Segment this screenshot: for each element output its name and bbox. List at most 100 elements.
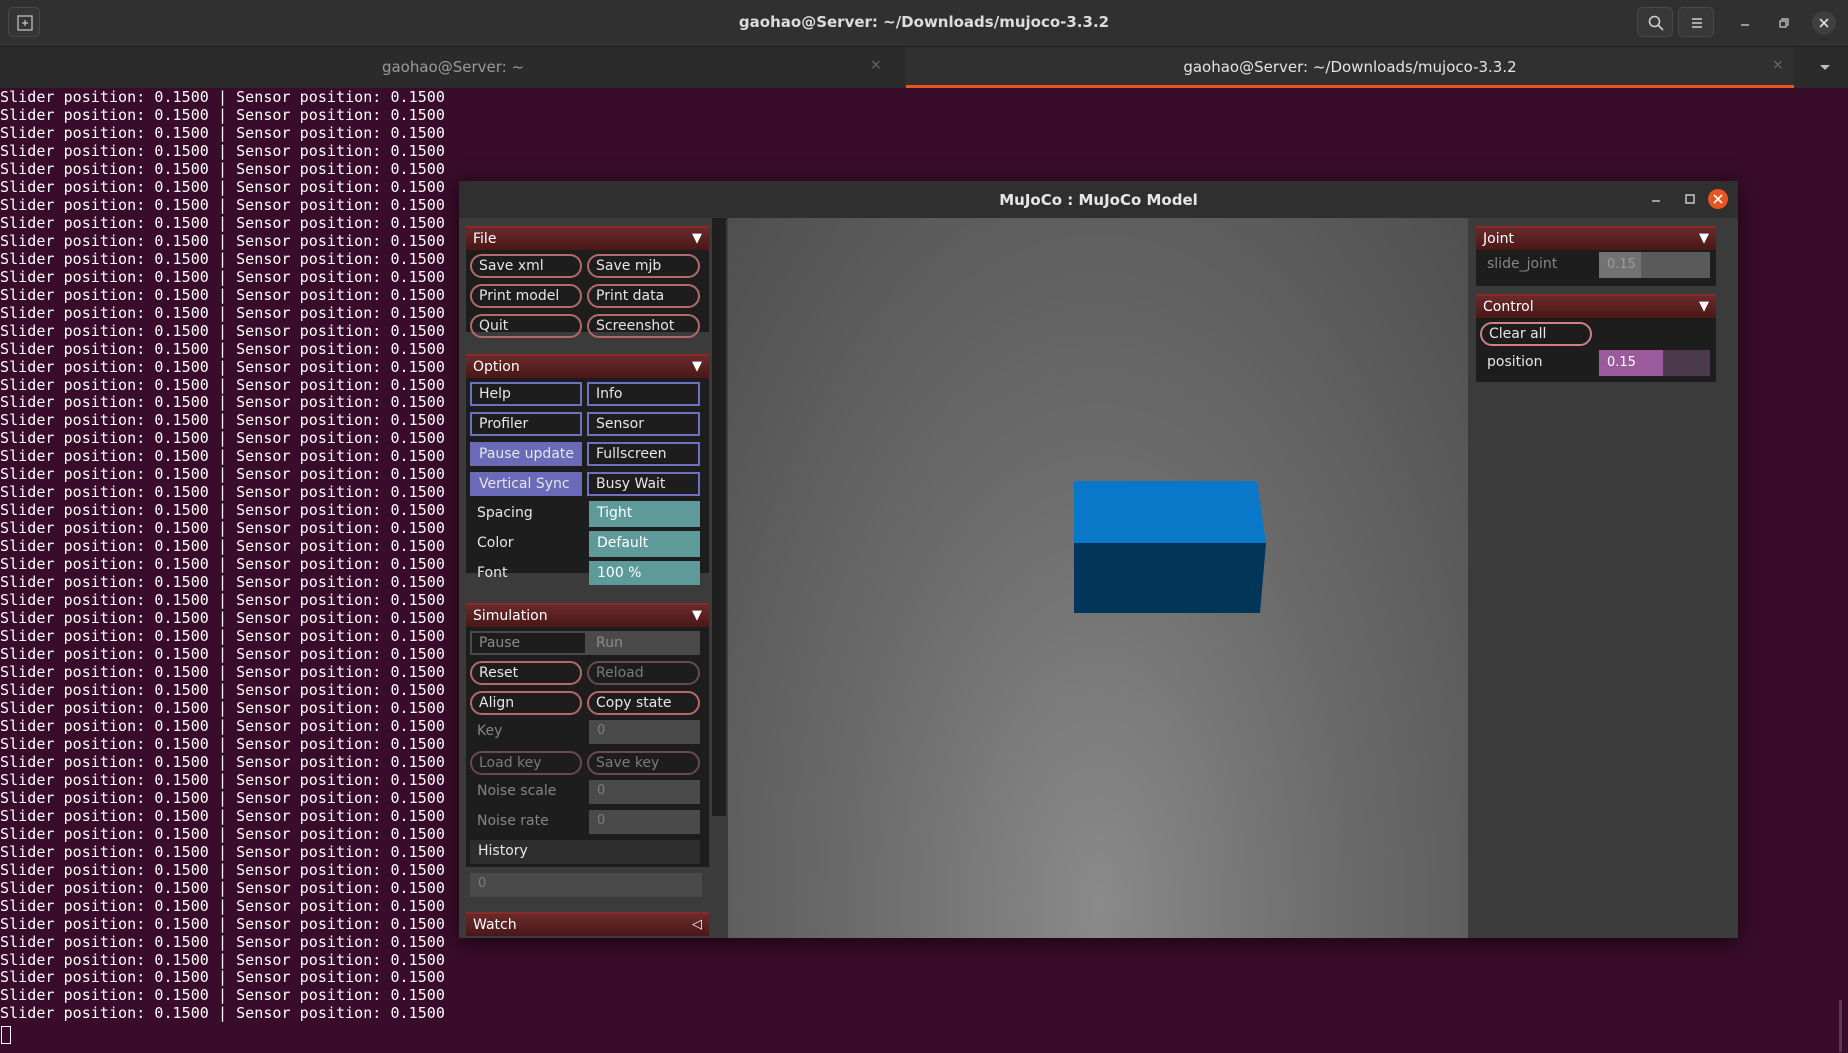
terminal-line: Slider position: 0.1500 | Sensor positio… — [0, 159, 445, 178]
terminal-line: Slider position: 0.1500 | Sensor positio… — [0, 842, 445, 861]
mujoco-titlebar[interactable]: MuJoCo : MuJoCo Model — [459, 181, 1738, 218]
terminal-line: Slider position: 0.1500 | Sensor positio… — [0, 555, 445, 574]
terminal-line: Slider position: 0.1500 | Sensor positio… — [0, 393, 445, 412]
section-title: Option — [473, 359, 520, 375]
terminal-line: Slider position: 0.1500 | Sensor positio… — [0, 177, 445, 196]
terminal-line: Slider position: 0.1500 | Sensor positio… — [0, 231, 445, 250]
terminal-line: Slider position: 0.1500 | Sensor positio… — [0, 878, 445, 897]
maximize-icon[interactable] — [1681, 190, 1699, 208]
hamburger-menu-icon — [1692, 18, 1702, 28]
copy-state-button[interactable]: Copy state — [587, 691, 700, 715]
terminal-line: Slider position: 0.1500 | Sensor positio… — [0, 752, 445, 771]
terminal-line: Slider position: 0.1500 | Sensor positio… — [0, 860, 445, 879]
watch-section-header[interactable]: Watch ◁ — [466, 912, 709, 936]
load-key-button[interactable]: Load key — [470, 751, 582, 775]
joint-section-header[interactable]: Joint ▼ — [1476, 226, 1716, 250]
terminal-line: Slider position: 0.1500 | Sensor positio… — [0, 267, 445, 286]
tab-bar: gaohao@Server: ~ × gaohao@Server: ~/Down… — [0, 47, 1848, 88]
terminal-line: Slider position: 0.1500 | Sensor positio… — [0, 105, 445, 124]
print-data-button[interactable]: Print data — [587, 284, 700, 308]
restore-icon[interactable] — [1773, 12, 1795, 34]
color-select[interactable]: Default — [589, 531, 700, 557]
sensor-toggle[interactable]: Sensor — [587, 412, 700, 436]
info-toggle[interactable]: Info — [587, 382, 700, 406]
save-mjb-button[interactable]: Save mjb — [587, 254, 700, 278]
simulation-section-header[interactable]: Simulation ▼ — [466, 603, 709, 627]
tab-label: gaohao@Server: ~/Downloads/mujoco-3.3.2 — [1183, 58, 1517, 76]
simulation-section: Pause Run Reset Reload Align Copy state … — [466, 627, 709, 867]
terminal-scrollbar[interactable] — [1839, 1000, 1842, 1052]
terminal-line: Slider position: 0.1500 | Sensor positio… — [0, 321, 445, 340]
align-button[interactable]: Align — [470, 691, 582, 715]
box-top-face — [1074, 481, 1266, 543]
screenshot-button[interactable]: Screenshot — [587, 314, 700, 338]
color-label: Color — [477, 535, 514, 551]
file-section-header[interactable]: File ▼ — [466, 226, 709, 250]
file-section: Save xml Save mjb Print model Print data… — [466, 250, 709, 338]
clear-all-button[interactable]: Clear all — [1480, 322, 1592, 346]
run-radio[interactable]: Run — [587, 631, 700, 655]
pause-radio[interactable]: Pause — [470, 631, 587, 655]
close-button[interactable] — [1812, 11, 1836, 35]
key-field[interactable]: 0 — [589, 720, 700, 744]
collapse-triangle-icon: ▼ — [692, 359, 702, 374]
fullscreen-toggle[interactable]: Fullscreen — [587, 442, 700, 466]
3d-viewport[interactable] — [728, 218, 1468, 938]
history-slider[interactable]: 0 — [470, 873, 702, 897]
terminal-line: Slider position: 0.1500 | Sensor positio… — [0, 537, 445, 556]
terminal-line: Slider position: 0.1500 | Sensor positio… — [0, 627, 445, 646]
noise-scale-label: Noise scale — [477, 783, 557, 799]
terminal-title: gaohao@Server: ~/Downloads/mujoco-3.3.2 — [738, 13, 1110, 31]
reset-button[interactable]: Reset — [470, 661, 582, 685]
terminal-line: Slider position: 0.1500 | Sensor positio… — [0, 429, 445, 448]
terminal-line: Slider position: 0.1500 | Sensor positio… — [0, 698, 445, 717]
terminal-line: Slider position: 0.1500 | Sensor positio… — [0, 914, 445, 933]
minimize-icon[interactable] — [1647, 190, 1665, 208]
vertical-sync-toggle[interactable]: Vertical Sync — [470, 472, 582, 496]
terminal-line: Slider position: 0.1500 | Sensor positio… — [0, 896, 445, 915]
search-button[interactable] — [1637, 7, 1673, 37]
reload-button[interactable]: Reload — [587, 661, 700, 685]
joint-slider[interactable]: 0.15 — [1599, 252, 1710, 278]
key-label: Key — [477, 723, 503, 739]
tab-close-icon[interactable]: × — [870, 57, 882, 73]
spacing-label: Spacing — [477, 505, 533, 521]
terminal-line: Slider position: 0.1500 | Sensor positio… — [0, 123, 445, 142]
pause-update-toggle[interactable]: Pause update — [470, 442, 582, 466]
noise-rate-field[interactable]: 0 — [589, 810, 700, 834]
close-icon — [1819, 18, 1829, 28]
busy-wait-toggle[interactable]: Busy Wait — [587, 472, 700, 496]
spacing-select[interactable]: Tight — [589, 501, 700, 527]
quit-button[interactable]: Quit — [470, 314, 582, 338]
terminal-line: Slider position: 0.1500 | Sensor positio… — [0, 465, 445, 484]
profiler-toggle[interactable]: Profiler — [470, 412, 582, 436]
tab-mujoco[interactable]: gaohao@Server: ~/Downloads/mujoco-3.3.2 … — [906, 47, 1794, 88]
terminal-header: gaohao@Server: ~/Downloads/mujoco-3.3.2 — [0, 0, 1848, 47]
joint-value: 0.15 — [1607, 257, 1636, 272]
minimize-icon[interactable] — [1734, 12, 1756, 34]
menu-button[interactable] — [1678, 7, 1714, 37]
tab-home[interactable]: gaohao@Server: ~ × — [0, 47, 906, 88]
terminal-line: Slider position: 0.1500 | Sensor positio… — [0, 788, 445, 807]
save-key-button[interactable]: Save key — [587, 751, 700, 775]
left-panel-scrollbar[interactable] — [712, 218, 726, 816]
position-value: 0.15 — [1607, 355, 1636, 370]
control-section-header[interactable]: Control ▼ — [1476, 294, 1716, 318]
save-xml-button[interactable]: Save xml — [470, 254, 582, 278]
terminal-line: Slider position: 0.1500 | Sensor positio… — [0, 141, 445, 160]
mujoco-window-title: MuJoCo : MuJoCo Model — [999, 191, 1198, 209]
help-toggle[interactable]: Help — [470, 382, 582, 406]
tab-close-icon[interactable]: × — [1772, 57, 1784, 73]
terminal-line: Slider position: 0.1500 | Sensor positio… — [0, 645, 445, 664]
print-model-button[interactable]: Print model — [470, 284, 582, 308]
mujoco-close-button[interactable] — [1708, 189, 1728, 209]
font-select[interactable]: 100 % — [589, 561, 700, 585]
terminal-line: Slider position: 0.1500 | Sensor positio… — [0, 339, 445, 358]
noise-scale-field[interactable]: 0 — [589, 780, 700, 804]
terminal-line: Slider position: 0.1500 | Sensor positio… — [0, 716, 445, 735]
position-slider[interactable]: 0.15 — [1599, 350, 1710, 376]
tab-list-chevron-icon[interactable] — [1818, 61, 1832, 75]
option-section-header[interactable]: Option ▼ — [466, 354, 709, 378]
option-section: Help Info Profiler Sensor Pause update F… — [466, 378, 709, 585]
terminal-line: Slider position: 0.1500 | Sensor positio… — [0, 1004, 445, 1023]
